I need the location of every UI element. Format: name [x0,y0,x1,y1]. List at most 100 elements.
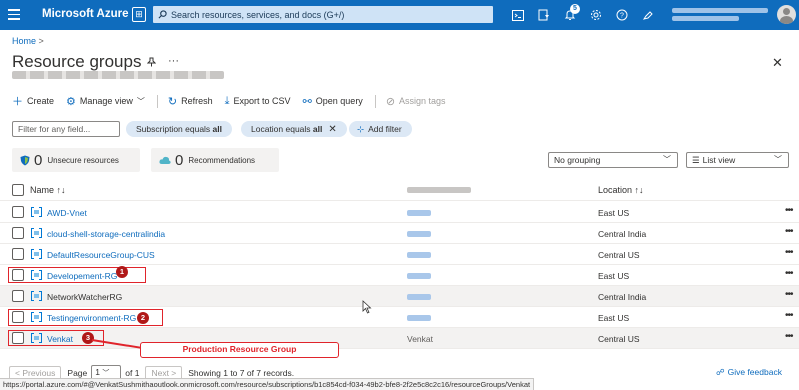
query-icon: ⚯ [302,95,312,108]
close-button[interactable]: ✕ [772,55,783,71]
row-checkbox[interactable] [12,227,24,239]
separator [374,94,376,108]
more-options-button[interactable]: ··· [168,55,179,67]
page-title: Resource groups [12,52,142,71]
page-select-value: 1 [95,367,100,377]
refresh-icon: ↻ [167,95,178,108]
location-cell: Central US [598,250,640,260]
account-name-redacted[interactable] [672,8,768,22]
subscription-cell-redacted [407,210,431,216]
subscription-cell-redacted [407,273,431,279]
row-more-button[interactable]: ••• [785,205,793,216]
row-more-button[interactable]: ••• [785,289,793,300]
row-checkbox[interactable] [12,248,24,260]
subscription-filter-pill[interactable]: Subscription equals all [126,121,232,137]
page-of-label: of 1 [125,367,140,378]
row-more-button[interactable]: ••• [785,226,793,237]
records-count: Showing 1 to 7 of 7 records. [188,367,295,378]
avatar[interactable] [777,5,796,24]
copilot-icon[interactable]: ⊞ [132,7,146,22]
filter-input[interactable]: Filter for any field... [12,121,120,137]
location-cell: Central India [598,292,647,302]
chevron-down-icon: ﹀ [102,370,110,377]
help-icon[interactable]: ? [609,6,635,24]
refresh-label: Refresh [181,96,213,106]
location-column-header[interactable]: Location ↑↓ [598,185,644,195]
subscription-cell-redacted [407,294,431,300]
directory-filter-icon[interactable] [531,6,557,24]
search-input[interactable]: Search resources, services, and docs (G+… [153,6,493,23]
table-row[interactable]: NetworkWatcherRG Central India ••• [0,286,799,307]
list-view-icon: ☰ [692,155,700,165]
plus-icon: ＋ [12,96,23,108]
subscription-cell-redacted [407,252,431,258]
assign-tags-button[interactable]: ⊘ Assign tags [386,95,446,108]
resource-group-icon [31,249,42,259]
row-more-button[interactable]: ••• [785,247,793,258]
bell-icon[interactable]: 5 [557,4,583,24]
download-icon: ⤓ [224,94,230,107]
export-csv-button[interactable]: ⤓ Export to CSV [225,95,291,108]
shield-icon [20,155,30,165]
brand-title[interactable]: Microsoft Azure [42,8,128,20]
location-cell: Central US [598,334,640,344]
location-filter-value: all [312,124,323,134]
grouping-value: No grouping [554,155,601,165]
status-url-bar: https://portal.azure.com/#@VenkatSushmit… [0,378,535,390]
menu-icon[interactable] [8,9,20,21]
location-filter-pill[interactable]: Location equals all ✕ [241,121,347,137]
row-more-button[interactable]: ••• [785,331,793,342]
unsecure-resources-card[interactable]: 0 Unsecure resources [12,148,140,172]
annotation-marker-1: 1 [116,266,128,278]
view-dropdown[interactable]: ☰ List view ﹀ [686,152,789,168]
close-icon[interactable]: ✕ [328,124,336,135]
view-value: List view [702,155,736,165]
resource-group-name-link[interactable]: NetworkWatcherRG [47,292,122,302]
feedback-icon[interactable] [635,6,661,24]
resource-group-icon [31,207,42,217]
row-checkbox[interactable] [12,290,24,302]
recommendations-card[interactable]: 0 Recommendations [151,148,279,172]
subscription-cell-redacted [407,315,431,321]
manage-view-button[interactable]: ⚙ Manage view ﹀ [66,95,145,108]
row-more-button[interactable]: ••• [785,268,793,279]
subscription-column-header-redacted[interactable] [407,187,471,193]
name-column-header[interactable]: Name ↑↓ [30,185,66,195]
resource-group-icon [31,291,42,301]
breadcrumb-separator: > [38,36,44,46]
grouping-dropdown[interactable]: No grouping ﹀ [548,152,678,168]
table-row[interactable]: cloud-shell-storage-centralindia Central… [0,223,799,244]
gear-icon: ⚙ [66,95,76,108]
table-header: Name ↑↓ Location ↑↓ [0,179,799,201]
row-checkbox[interactable] [12,206,24,218]
mouse-cursor-icon [362,300,372,314]
gear-icon[interactable] [583,6,609,24]
table-row[interactable]: DefaultResourceGroup-CUS Central US ••• [0,244,799,265]
recommendations-count: 0 [175,151,184,169]
select-all-checkbox[interactable] [12,184,24,196]
unsecure-label: Unsecure resources [47,155,119,165]
table-row[interactable]: AWD-Vnet East US ••• [0,202,799,223]
open-query-button[interactable]: ⚯ Open query [303,95,363,108]
cloud-shell-icon[interactable] [505,6,531,24]
page-label: Page [67,367,88,378]
chevron-down-icon: ﹀ [663,155,671,164]
row-more-button[interactable]: ••• [785,310,793,321]
location-cell: East US [598,271,630,281]
subscription-filter-label: Subscription equals [136,124,213,134]
table-row[interactable]: Venkat Venkat Central US ••• [0,328,799,349]
breadcrumb-home-link[interactable]: Home [12,36,36,46]
chevron-down-icon: ﹀ [774,155,782,164]
pin-icon[interactable] [146,57,157,69]
add-filter-button[interactable]: ⊹ Add filter [349,121,412,137]
refresh-button[interactable]: ↻ Refresh [168,95,213,108]
export-csv-label: Export to CSV [233,96,291,106]
resource-group-name-link[interactable]: DefaultResourceGroup-CUS [47,250,155,260]
production-resource-group-callout: Production Resource Group [140,342,339,358]
resource-group-name-link[interactable]: AWD-Vnet [47,208,87,218]
feedback-icon: ☍ [716,367,725,377]
annotation-marker-2: 2 [137,312,149,324]
resource-group-name-link[interactable]: cloud-shell-storage-centralindia [47,229,165,239]
give-feedback-link[interactable]: ☍ Give feedback [716,367,782,378]
create-button[interactable]: ＋ Create [12,93,54,109]
